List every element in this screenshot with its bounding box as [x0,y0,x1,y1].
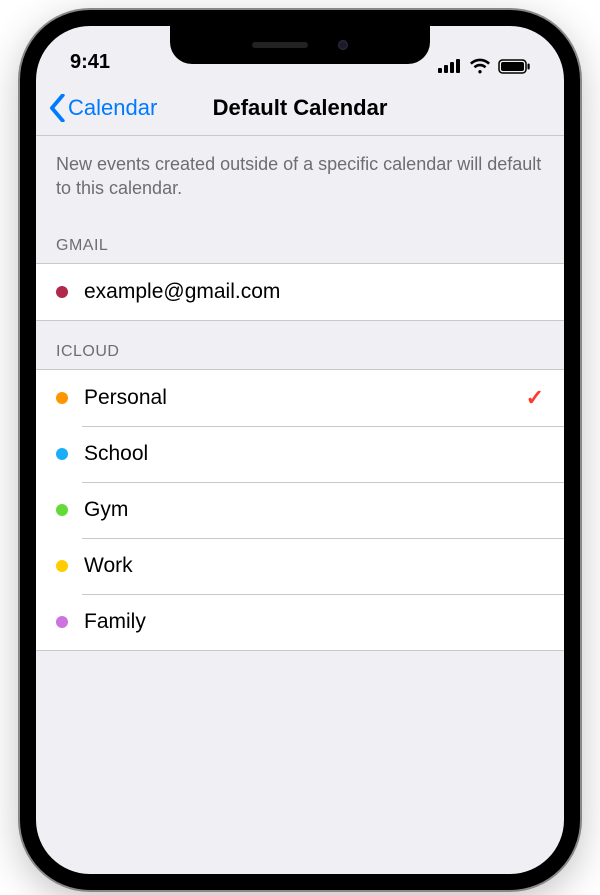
wifi-icon [469,58,491,74]
calendar-name-label: Work [84,554,133,578]
power-button [578,250,580,340]
mute-switch [20,170,22,206]
calendar-name-label: School [84,442,148,466]
calendar-row-family[interactable]: Family [36,594,564,650]
volume-up-button [20,230,22,290]
color-dot-icon [56,504,68,516]
cell-group-icloud: Personal ✓ School Gym Work Family [36,369,564,651]
status-indicators [438,58,530,74]
page-title: Default Calendar [213,95,388,121]
calendar-row-gym[interactable]: Gym [36,482,564,538]
volume-down-button [20,310,22,370]
battery-icon [498,59,530,74]
color-dot-icon [56,448,68,460]
back-button[interactable]: Calendar [48,94,157,122]
color-dot-icon [56,286,68,298]
content-area: New events created outside of a specific… [36,136,564,651]
cellular-icon [438,59,462,73]
section-header-gmail: GMAIL [36,215,564,263]
nav-bar: Calendar Default Calendar [36,80,564,136]
color-dot-icon [56,560,68,572]
phone-frame: 9:41 Calendar Default Calendar New event… [20,10,580,890]
section-header-icloud: ICLOUD [36,321,564,369]
screen: 9:41 Calendar Default Calendar New event… [36,26,564,874]
cell-group-gmail: example@gmail.com [36,263,564,321]
color-dot-icon [56,392,68,404]
calendar-name-label: Gym [84,498,128,522]
calendar-row-gmail-0[interactable]: example@gmail.com [36,264,564,320]
calendar-name-label: Family [84,610,146,634]
checkmark-icon: ✓ [526,385,544,411]
speaker-grille [252,42,308,48]
color-dot-icon [56,616,68,628]
back-button-label: Calendar [68,95,157,121]
calendar-name-label: example@gmail.com [84,280,280,304]
description-text: New events created outside of a specific… [36,146,564,215]
status-time: 9:41 [70,51,110,74]
notch [170,26,430,64]
front-camera [338,40,348,50]
calendar-row-personal[interactable]: Personal ✓ [36,370,564,426]
calendar-name-label: Personal [84,386,167,410]
calendar-row-work[interactable]: Work [36,538,564,594]
chevron-left-icon [48,94,66,122]
calendar-row-school[interactable]: School [36,426,564,482]
